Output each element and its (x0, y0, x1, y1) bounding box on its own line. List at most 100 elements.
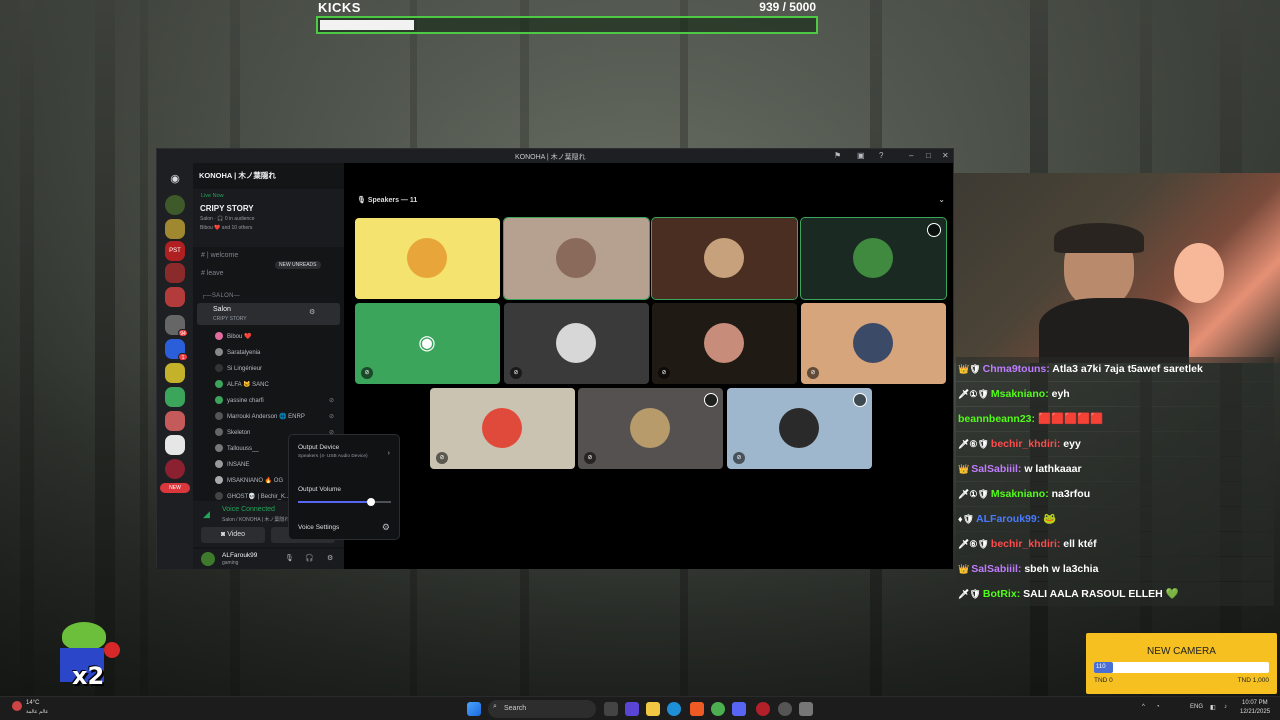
speaker-tile[interactable]: ⊘ (504, 303, 649, 384)
edge-icon[interactable] (667, 702, 681, 716)
voice-member[interactable]: Si Lingénieur (215, 364, 262, 374)
server-icon[interactable]: 94 (165, 315, 188, 337)
server-icon[interactable] (165, 387, 185, 407)
username[interactable]: ALFarouk99 (222, 552, 257, 559)
chat-message: 🗡⑥🛡 bechir_khdiri: ell ktéf (956, 532, 1274, 556)
clock-time[interactable]: 10:07 PM (1242, 700, 1268, 706)
multiplier-label: x2 (72, 662, 105, 690)
speaker-tile[interactable] (503, 217, 650, 300)
voice-settings-label[interactable]: Voice Settings (298, 524, 339, 531)
user-settings-icon[interactable]: ⚙ (327, 554, 333, 562)
avatar[interactable] (201, 552, 215, 566)
voice-member[interactable]: Tallouuss__⊘ (215, 444, 334, 454)
channel-welcome[interactable]: # | welcome (201, 252, 238, 259)
weather-icon[interactable] (12, 701, 22, 711)
server-icon[interactable] (165, 263, 185, 283)
minimize-icon[interactable]: – (909, 151, 913, 160)
gear-icon[interactable]: ⚙ (382, 522, 390, 533)
speaker-tile[interactable]: ⊘ (430, 388, 575, 469)
clock-date[interactable]: 12/21/2025 (1240, 709, 1270, 715)
video-button[interactable]: ◙ Video (201, 527, 265, 543)
speaker-tile[interactable] (355, 218, 500, 299)
server-icon[interactable] (165, 287, 185, 307)
chat-username[interactable]: Msakniano (991, 388, 1045, 400)
voice-member[interactable]: INSANE⊘ (215, 460, 334, 470)
windows-start-icon[interactable] (467, 702, 481, 716)
chrome-icon[interactable] (711, 702, 725, 716)
voice-member[interactable]: Skeleton ⊘ (215, 428, 334, 438)
server-icon[interactable] (165, 411, 185, 431)
voice-member[interactable]: Marrouki Anderson 🌐 ENRP ⊘ (215, 412, 334, 422)
network-icon[interactable]: ◧ (1210, 704, 1216, 711)
app-icon[interactable] (778, 702, 792, 716)
copilot-icon[interactable] (625, 702, 639, 716)
channel-leave[interactable]: # leave (201, 270, 224, 277)
headphones-icon[interactable]: 🎧 (305, 554, 314, 562)
voice-member[interactable]: Saratalyenia (215, 348, 260, 358)
speaker-tile[interactable] (800, 217, 947, 300)
voice-member[interactable]: yassine charfi ⊘ (215, 396, 334, 406)
discord-home-icon[interactable]: ◉ (165, 169, 185, 189)
chevron-up-icon[interactable]: ^ (1142, 704, 1145, 710)
output-device-label[interactable]: Output Device (298, 444, 339, 451)
speaker-tile[interactable] (651, 217, 798, 300)
voice-member[interactable]: Bibou ❤️ (215, 332, 251, 342)
output-device-value[interactable]: Speakers (4- USB Audio Device) (298, 454, 378, 459)
new-servers-pill[interactable]: NEW (160, 483, 190, 493)
chat-username[interactable]: bechir_khdiri (991, 438, 1057, 450)
brave-icon[interactable] (690, 702, 704, 716)
member-name: MSAKNIANO 🔥 OG (227, 478, 284, 484)
help-icon[interactable]: ? (879, 151, 883, 160)
maximize-icon[interactable]: □ (926, 151, 931, 160)
speakers-header[interactable]: 🎙 Speakers — 11 (357, 196, 417, 204)
output-volume-slider[interactable] (298, 498, 391, 506)
chevron-right-icon[interactable]: › (388, 450, 390, 457)
close-icon[interactable]: ✕ (942, 151, 949, 160)
window-title: KONOHA | 木ノ葉隠れ (515, 154, 586, 161)
flag-icon[interactable]: ⚑ (834, 151, 841, 160)
voice-channel-salon[interactable]: Salon CRIPY STORY ⚙ (197, 303, 340, 325)
wifi-icon[interactable]: ◔ (1156, 704, 1160, 710)
chat-username[interactable]: bechir_khdiri (991, 538, 1057, 550)
chevron-down-icon[interactable]: ⌄ (938, 195, 945, 204)
chat-username[interactable]: Chma9touns (983, 363, 1047, 375)
task-view-icon[interactable] (604, 702, 618, 716)
category-salon[interactable]: ┌—SALON— (201, 293, 240, 299)
voice-member[interactable]: ALFA 🐱 SANC (215, 380, 269, 390)
speaker-tile[interactable]: ⊘ (727, 388, 872, 469)
slider-knob[interactable] (366, 498, 375, 506)
server-icon[interactable] (165, 435, 185, 455)
server-icon[interactable] (165, 219, 185, 239)
obs-icon[interactable] (756, 702, 770, 716)
chat-username[interactable]: ALFarouk99 (976, 513, 1037, 525)
server-icon[interactable]: PST (165, 241, 185, 261)
server-icon[interactable] (165, 459, 185, 479)
voice-member[interactable]: MSAKNIANO 🔥 OG⊘ (215, 476, 334, 486)
inbox-icon[interactable]: ▣ (857, 151, 865, 160)
server-icon-konoha[interactable] (165, 195, 185, 215)
chat-username[interactable]: Msakniano (991, 488, 1045, 500)
chat-username[interactable]: SalSabiiil (971, 563, 1018, 575)
chat-username[interactable]: beannbeann23 (958, 413, 1032, 425)
speaker-tile[interactable]: ◉ ⊘ (355, 303, 500, 384)
app-icon[interactable] (799, 702, 813, 716)
server-icon[interactable] (165, 363, 185, 383)
server-name[interactable]: KONOHA | 木ノ葉隠れ (199, 170, 276, 181)
chat-username[interactable]: BotRix (983, 588, 1017, 600)
speaker-tile[interactable]: ⊘ (578, 388, 723, 469)
discord-taskbar-icon[interactable] (732, 702, 746, 716)
chat-username[interactable]: SalSabiiil (971, 463, 1018, 475)
new-unreads-pill[interactable]: NEW UNREADS (275, 261, 321, 269)
speaker-tile[interactable]: ⊘ (801, 303, 946, 384)
taskbar-search[interactable]: Search (488, 700, 596, 718)
live-stage-card[interactable]: Live Now CRIPY STORY Salon · 🎧 0 in audi… (193, 189, 344, 247)
volume-icon[interactable]: ♪ (1224, 704, 1227, 710)
file-explorer-icon[interactable] (646, 702, 660, 716)
language-indicator[interactable]: ENG (1190, 704, 1203, 710)
weather-temp[interactable]: 14°C (26, 700, 39, 706)
speaker-tile[interactable]: ⊘ (652, 303, 797, 384)
settings-icon[interactable]: ⚙ (309, 308, 315, 316)
microphone-icon[interactable]: 🎙 (285, 554, 294, 562)
voice-location[interactable]: Salon / KONOHA | 木ノ葉隠れ (222, 516, 289, 523)
server-icon[interactable]: 1 (165, 339, 188, 361)
